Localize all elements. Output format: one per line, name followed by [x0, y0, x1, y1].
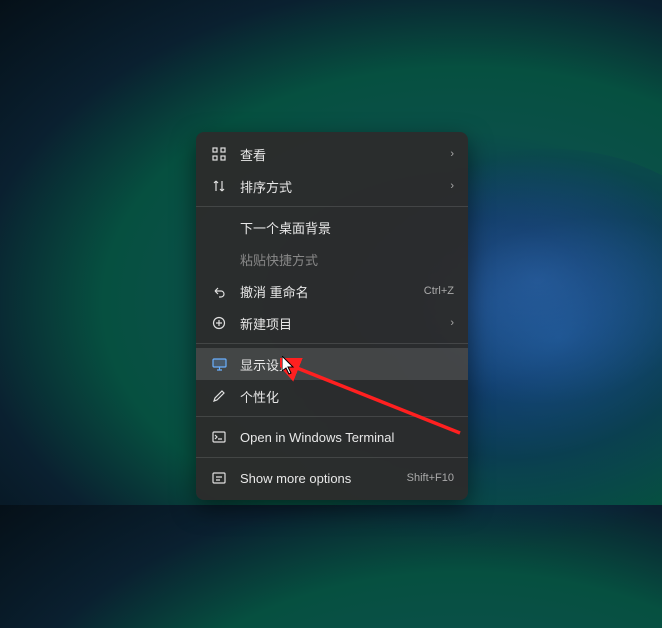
chevron-right-icon: ›	[450, 148, 454, 160]
chevron-right-icon: ›	[450, 180, 454, 192]
menu-separator	[196, 343, 468, 344]
new-icon	[210, 314, 228, 332]
menu-item-undo[interactable]: 撤消 重命名 Ctrl+Z	[196, 275, 468, 307]
undo-icon	[210, 282, 228, 300]
chevron-right-icon: ›	[450, 317, 454, 329]
menu-item-label: 新建项目	[240, 314, 450, 333]
menu-item-sort[interactable]: 排序方式 ›	[196, 170, 468, 202]
menu-separator	[196, 457, 468, 458]
menu-separator	[196, 206, 468, 207]
more-options-icon	[210, 469, 228, 487]
menu-item-label: 显示设置	[240, 355, 454, 374]
terminal-icon	[210, 428, 228, 446]
menu-item-label: Open in Windows Terminal	[240, 430, 454, 445]
sort-icon	[210, 177, 228, 195]
menu-separator	[196, 416, 468, 417]
menu-item-personalize[interactable]: 个性化	[196, 380, 468, 412]
menu-item-more-options[interactable]: Show more options Shift+F10	[196, 462, 468, 494]
menu-item-next-background[interactable]: 下一个桌面背景	[196, 211, 468, 243]
menu-item-label: 粘贴快捷方式	[240, 250, 454, 269]
personalize-icon	[210, 387, 228, 405]
menu-item-label: 个性化	[240, 387, 454, 406]
menu-item-terminal[interactable]: Open in Windows Terminal	[196, 421, 468, 453]
menu-item-shortcut: Shift+F10	[407, 472, 454, 484]
menu-item-paste-shortcut: 粘贴快捷方式	[196, 243, 468, 275]
menu-item-view[interactable]: 查看 ›	[196, 138, 468, 170]
menu-item-label: 撤消 重命名	[240, 282, 424, 301]
display-icon	[210, 355, 228, 373]
menu-item-label: 查看	[240, 145, 450, 164]
menu-item-label: Show more options	[240, 471, 407, 486]
desktop-context-menu: 查看 › 排序方式 › 下一个桌面背景 粘贴快捷方式 撤消 重命名 Ctrl+Z	[196, 132, 468, 500]
menu-item-display-settings[interactable]: 显示设置	[196, 348, 468, 380]
view-icon	[210, 145, 228, 163]
menu-item-new[interactable]: 新建项目 ›	[196, 307, 468, 339]
menu-item-label: 排序方式	[240, 177, 450, 196]
menu-item-shortcut: Ctrl+Z	[424, 285, 454, 297]
menu-item-label: 下一个桌面背景	[240, 218, 454, 237]
